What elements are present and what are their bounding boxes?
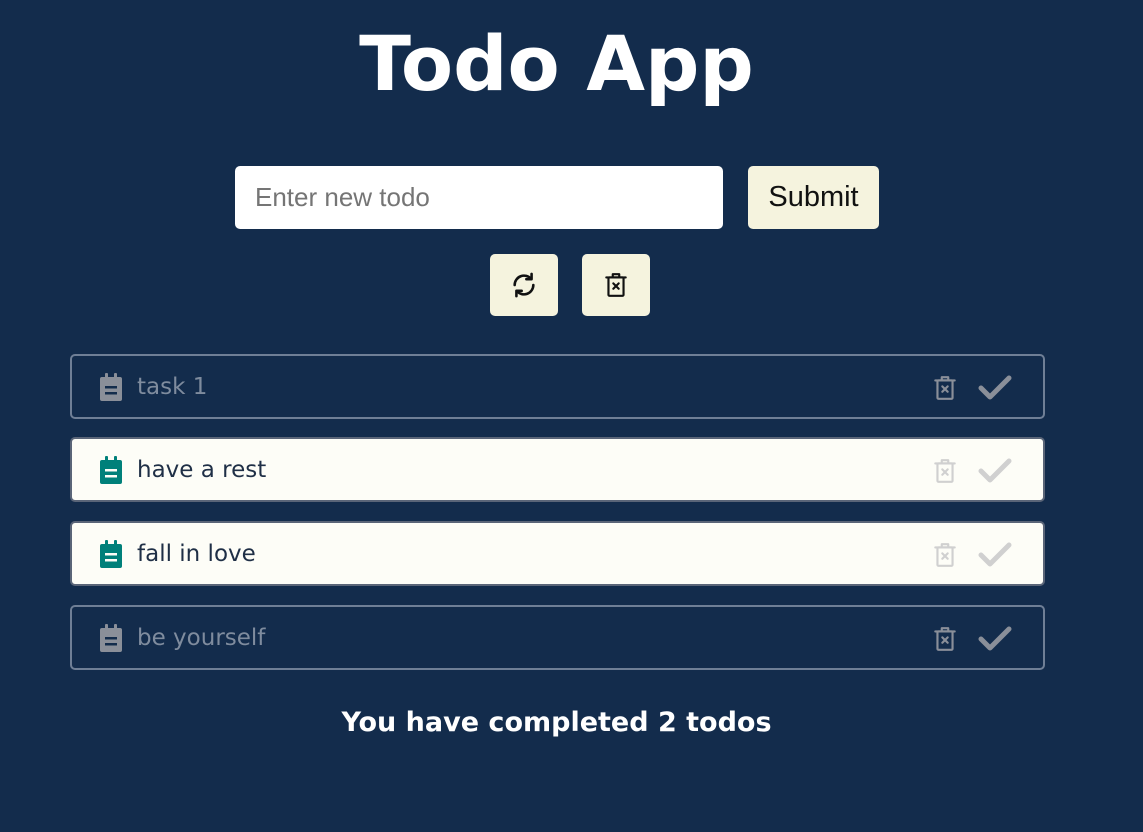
todo-text: be yourself (137, 625, 266, 651)
refresh-icon (510, 271, 538, 299)
todo-text: task 1 (137, 374, 208, 400)
clipboard-icon (100, 540, 122, 573)
delete-todo-icon[interactable] (932, 374, 958, 407)
todo-app: Todo App Submit (0, 0, 1143, 832)
completed-summary: You have completed 2 todos (341, 707, 772, 738)
page-title: Todo App (359, 19, 754, 108)
check-icon[interactable] (978, 457, 1012, 490)
clear-all-button[interactable] (582, 254, 650, 316)
check-icon[interactable] (978, 541, 1012, 574)
new-todo-input[interactable] (235, 166, 723, 229)
todo-text: have a rest (137, 457, 267, 483)
clipboard-icon (100, 456, 122, 489)
refresh-button[interactable] (490, 254, 558, 316)
check-icon[interactable] (978, 374, 1012, 407)
delete-todo-icon[interactable] (932, 457, 958, 490)
todo-item: have a rest (70, 437, 1045, 502)
todo-text: fall in love (137, 541, 256, 567)
clipboard-icon (100, 373, 122, 406)
todo-item: be yourself (70, 605, 1045, 670)
check-icon[interactable] (978, 625, 1012, 658)
todo-item: fall in love (70, 521, 1045, 586)
trash-x-icon (603, 271, 629, 299)
clipboard-icon (100, 624, 122, 657)
submit-button[interactable]: Submit (748, 166, 879, 229)
delete-todo-icon[interactable] (932, 541, 958, 574)
delete-todo-icon[interactable] (932, 625, 958, 658)
todo-item: task 1 (70, 354, 1045, 419)
